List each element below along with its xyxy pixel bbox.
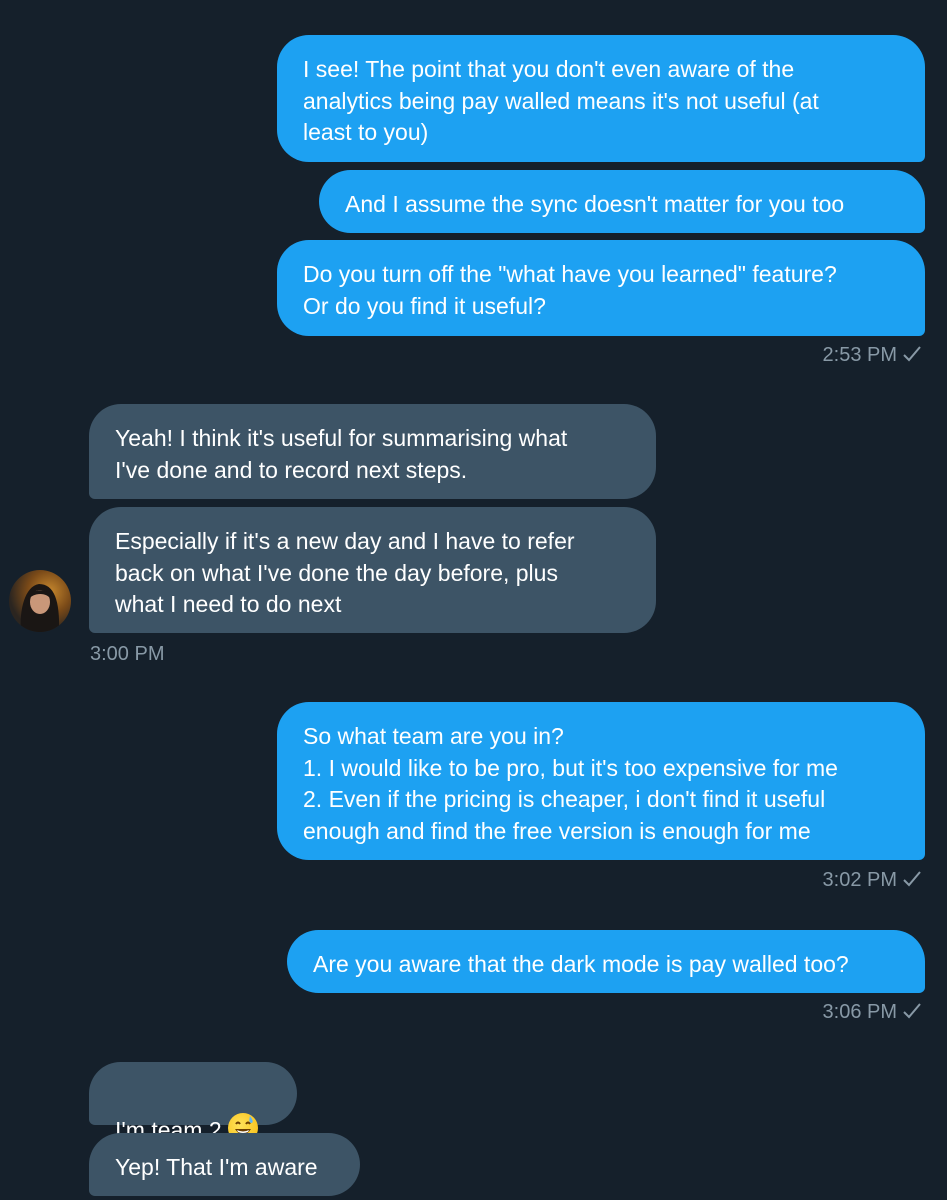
message-bubble-incoming[interactable]: Yeah! I think it's useful for summarisin… xyxy=(89,404,656,499)
message-bubble-incoming[interactable]: Yep! That I'm aware xyxy=(89,1133,360,1196)
timestamp-incoming: 3:00 PM xyxy=(90,643,165,665)
message-bubble-incoming[interactable]: I'm team 2 xyxy=(89,1062,297,1143)
timestamp-read: 3:02 PM xyxy=(823,868,921,892)
checkmark-icon xyxy=(903,346,921,362)
message-bubble-incoming[interactable]: Especially if it's a new day and I have … xyxy=(89,507,656,633)
avatar-photo xyxy=(20,584,60,632)
timestamp-read: 3:06 PM xyxy=(823,1000,921,1024)
message-bubble-outgoing[interactable]: Do you turn off the "what have you learn… xyxy=(277,240,925,336)
timestamp-text: 2:53 PM xyxy=(822,344,897,366)
timestamp-text: 3:02 PM xyxy=(822,869,897,891)
timestamp-read: 2:53 PM xyxy=(823,343,921,367)
timestamp-text: 3:06 PM xyxy=(822,1001,897,1023)
checkmark-icon xyxy=(903,871,921,887)
message-bubble-outgoing[interactable]: So what team are you in? 1. I would like… xyxy=(277,702,925,860)
message-bubble-outgoing[interactable]: I see! The point that you don't even awa… xyxy=(277,35,925,162)
message-bubble-outgoing[interactable]: And I assume the sync doesn't matter for… xyxy=(319,170,925,233)
conversation-view: I see! The point that you don't even awa… xyxy=(0,0,947,1200)
message-bubble-outgoing[interactable]: Are you aware that the dark mode is pay … xyxy=(287,930,925,993)
avatar[interactable] xyxy=(9,570,71,632)
checkmark-icon xyxy=(903,1003,921,1019)
